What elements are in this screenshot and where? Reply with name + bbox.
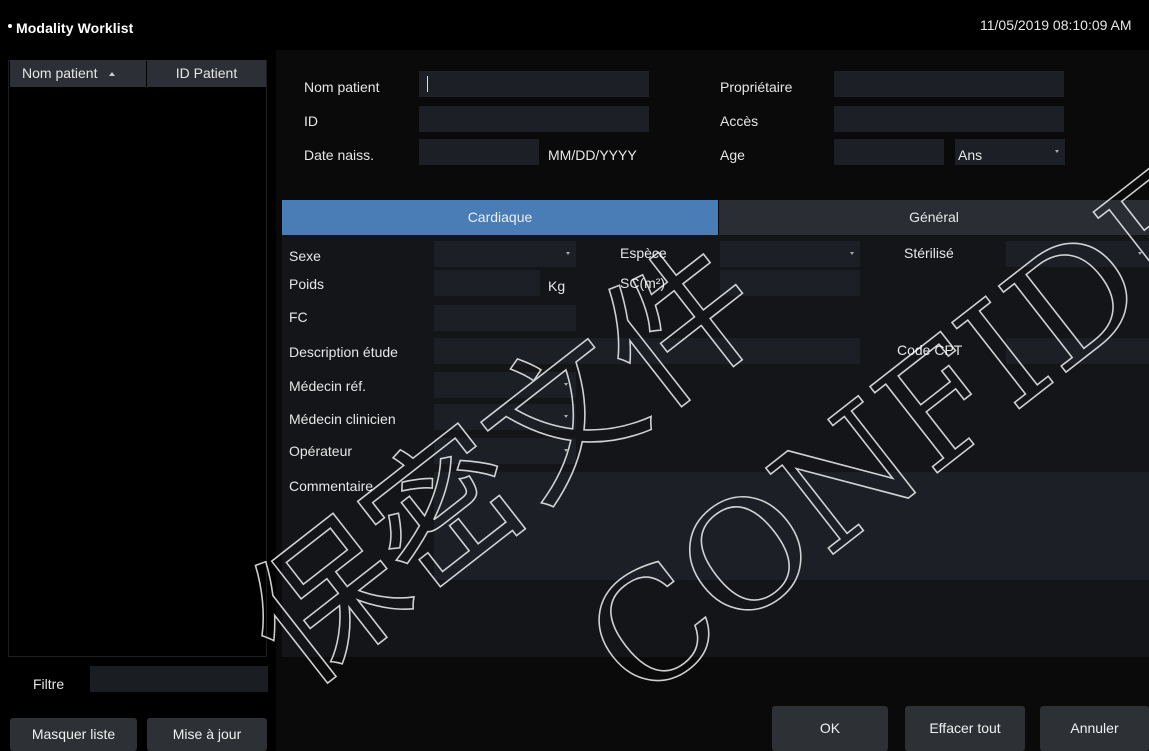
tab-general[interactable]: Général (719, 200, 1149, 235)
comment-textarea[interactable] (434, 472, 1149, 580)
age-input[interactable] (834, 139, 944, 165)
referring-physician-select[interactable] (434, 372, 576, 398)
heart-rate-input[interactable] (434, 305, 576, 331)
title-bullet (8, 24, 12, 28)
sex-select[interactable] (434, 241, 576, 267)
sterilized-label: Stérilisé (904, 245, 954, 261)
weight-label: Poids (289, 276, 325, 292)
filter-label: Filtre (33, 676, 65, 692)
accession-label: Accès (720, 113, 759, 129)
clear-all-button[interactable]: Effacer tout (905, 706, 1025, 751)
bsa-label: SC(m²) (620, 275, 666, 291)
cancel-button[interactable]: Annuler (1040, 706, 1149, 751)
patient-name-input[interactable] (419, 71, 649, 97)
chevron-down-icon (564, 415, 568, 418)
species-select[interactable] (720, 241, 860, 267)
study-description-label: Description étude (289, 344, 398, 360)
patient-id-input[interactable] (419, 106, 649, 132)
operator-select[interactable] (434, 438, 576, 464)
heart-rate-label: FC (289, 309, 308, 325)
birthdate-format-hint: MM/DD/YYYY (548, 147, 637, 163)
datetime-display: 11/05/2019 08:10:09 AM (980, 17, 1132, 33)
cpt-code-input[interactable] (1006, 338, 1149, 364)
weight-unit: Kg (548, 278, 566, 294)
species-label: Espèce (620, 245, 667, 261)
update-button[interactable]: Mise à jour (147, 718, 267, 751)
comment-label: Commentaire (289, 478, 374, 494)
age-unit-value: Ans (958, 147, 983, 163)
chevron-down-icon (566, 252, 570, 255)
clinical-physician-label: Médecin clinicien (289, 411, 396, 427)
sex-label: Sexe (289, 248, 321, 264)
birthdate-input[interactable] (419, 139, 539, 165)
hide-list-button[interactable]: Masquer liste (10, 718, 137, 751)
worklist-table[interactable] (8, 60, 267, 657)
tab-cardiaque[interactable]: Cardiaque (282, 200, 718, 235)
age-label: Age (720, 147, 745, 163)
patient-name-label: Nom patient (304, 79, 380, 95)
bsa-input[interactable] (720, 270, 860, 296)
ok-button[interactable]: OK (772, 706, 888, 751)
chevron-down-icon (1055, 150, 1059, 153)
text-cursor (427, 76, 428, 92)
accession-input[interactable] (834, 106, 1064, 132)
page-title: Modality Worklist (16, 20, 134, 36)
referring-physician-label: Médecin réf. (289, 378, 367, 394)
owner-label: Propriétaire (720, 79, 793, 95)
sterilized-select[interactable] (1006, 241, 1149, 267)
chevron-down-icon (564, 449, 568, 452)
weight-input[interactable] (434, 270, 540, 296)
patient-id-label: ID (304, 113, 318, 129)
chevron-down-icon (850, 252, 854, 255)
sort-ascending-icon (109, 72, 116, 77)
column-label: Nom patient (22, 65, 98, 81)
chevron-down-icon (1138, 252, 1142, 255)
birthdate-label: Date naiss. (304, 147, 375, 163)
owner-input[interactable] (834, 71, 1064, 97)
filter-input[interactable] (90, 666, 268, 692)
cpt-code-label: Code CPT (897, 342, 963, 358)
column-header-nom-patient[interactable]: Nom patient (10, 60, 146, 87)
study-description-input[interactable] (434, 338, 860, 364)
operator-label: Opérateur (289, 443, 353, 459)
tab-content-panel (282, 235, 1149, 657)
clinical-physician-select[interactable] (434, 404, 576, 430)
column-header-id-patient[interactable]: ID Patient (147, 60, 266, 87)
chevron-down-icon (564, 383, 568, 386)
title-bar (0, 0, 1149, 50)
